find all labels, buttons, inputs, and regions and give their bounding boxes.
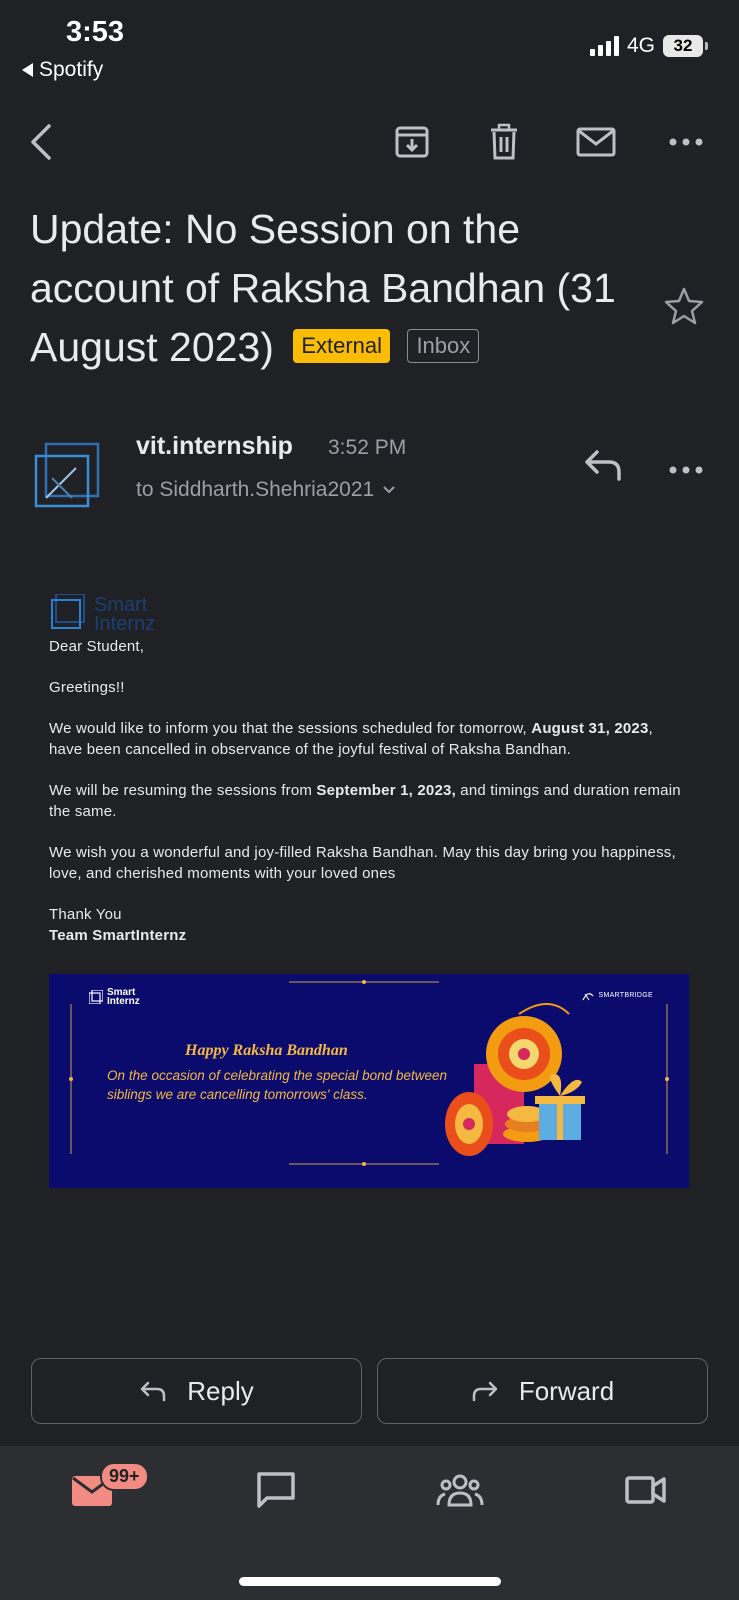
back-app-label: Spotify: [39, 58, 104, 81]
recipient-label: to Siddharth.Shehria2021: [136, 478, 375, 501]
back-to-app-link[interactable]: Spotify: [22, 58, 103, 82]
mail-unread-badge: 99+: [100, 1462, 149, 1491]
network-label: 4G: [626, 34, 655, 57]
reply-button[interactable]: Reply: [31, 1358, 362, 1424]
banner-smartinternz-logo: Smart Internz: [89, 988, 140, 1007]
smartbridge-label: SMARTBRIDGE: [598, 991, 653, 999]
svg-text:Internz: Internz: [94, 613, 155, 634]
banner-brand-bottom: Internz: [107, 996, 140, 1007]
status-time: 3:53: [66, 16, 125, 48]
battery-icon: 32: [663, 35, 708, 57]
banner-message: On the occasion of celebrating the speci…: [107, 1068, 447, 1102]
back-triangle-icon: [22, 63, 33, 77]
smartinternz-logo: Smart Internz: [50, 593, 180, 635]
signal-icon: [589, 36, 619, 56]
inbox-label[interactable]: Inbox: [407, 329, 480, 364]
recipient-details[interactable]: to Siddharth.Shehria2021: [136, 478, 396, 502]
raksha-bandhan-banner: Smart Internz SMARTBRIDGE Happy Raksha B…: [49, 974, 689, 1188]
email-subject: Update: No Session on the account of Rak…: [30, 200, 630, 377]
chevron-down-icon: [383, 486, 395, 494]
sender-name[interactable]: vit.internship: [136, 432, 293, 461]
smartbridge-logo: SMARTBRIDGE: [581, 988, 653, 1002]
paragraph-resume: We will be resuming the sessions from Se…: [49, 782, 681, 820]
paragraph-wishes: We wish you a wonderful and joy-filled R…: [49, 844, 676, 882]
archive-icon[interactable]: [390, 120, 434, 164]
message-more-icon[interactable]: [668, 462, 704, 474]
forward-label: Forward: [518, 1375, 615, 1406]
paragraph-cancellation: We would like to inform you that the ses…: [49, 720, 653, 758]
star-icon[interactable]: [664, 286, 704, 326]
back-arrow-icon[interactable]: [20, 120, 64, 164]
delete-icon[interactable]: [482, 120, 526, 164]
chat-icon[interactable]: [248, 1466, 304, 1514]
greetings-line: Greetings!!: [49, 679, 125, 696]
reply-arrow-icon: [141, 1381, 166, 1402]
forward-arrow-icon: [472, 1381, 498, 1402]
home-indicator[interactable]: [239, 1577, 501, 1586]
spaces-icon[interactable]: [432, 1466, 488, 1514]
thanks-line: Thank You: [49, 906, 122, 923]
reply-icon[interactable]: [583, 448, 625, 482]
external-label: External: [293, 329, 391, 364]
sent-time: 3:52 PM: [328, 436, 407, 459]
banner-title: Happy Raksha Bandhan: [185, 1042, 348, 1059]
greeting-line: Dear Student,: [49, 638, 145, 655]
meet-icon[interactable]: [618, 1466, 674, 1514]
sender-avatar[interactable]: [32, 440, 102, 510]
team-signature: Team SmartInternz: [49, 927, 187, 944]
reply-label: Reply: [187, 1375, 254, 1406]
status-indicators: 4G 32: [589, 34, 708, 58]
mark-unread-icon[interactable]: [574, 120, 618, 164]
email-body: Dear Student, Greetings!! We would like …: [49, 636, 689, 946]
more-icon[interactable]: [664, 120, 708, 164]
forward-button[interactable]: Forward: [377, 1358, 708, 1424]
